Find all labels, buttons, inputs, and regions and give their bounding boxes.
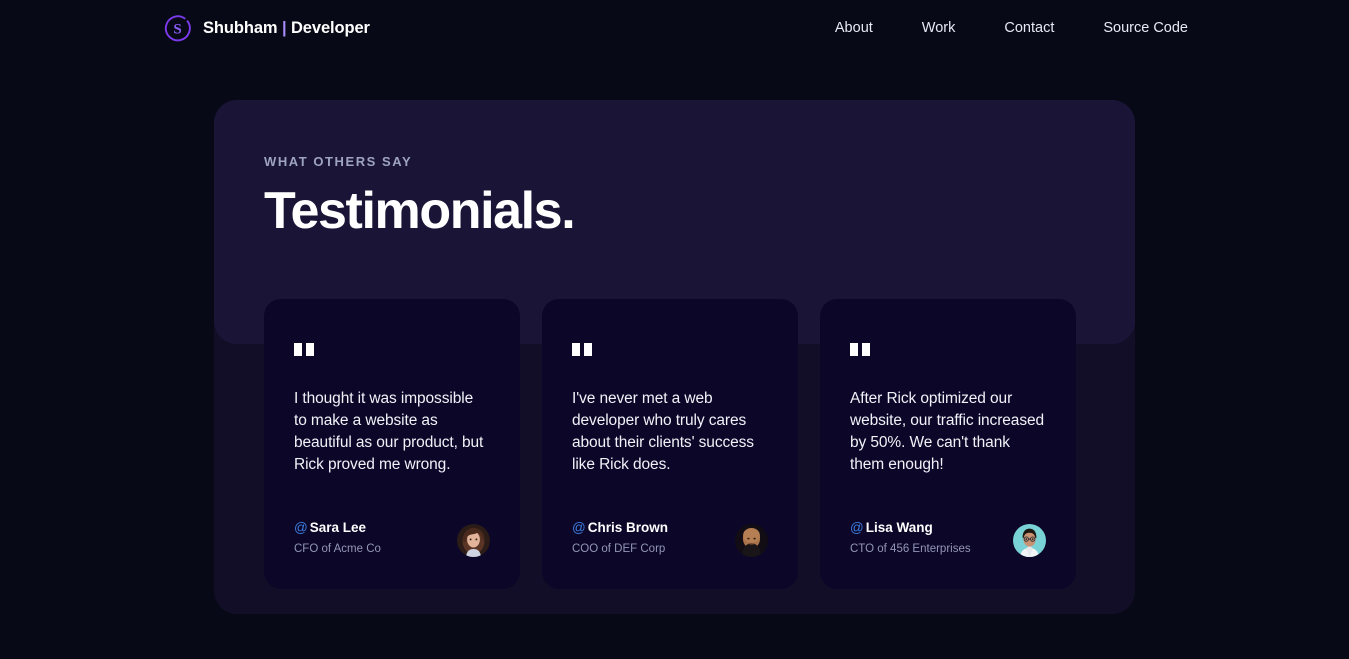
brand-role: Developer [290,18,370,37]
double-quote-icon [572,343,768,356]
testimonial-quote: I thought it was impossible to make a we… [294,390,484,474]
testimonial-author-row: @ Sara Lee CFO of Acme Co [294,520,490,557]
author-name-text: Sara Lee [309,520,367,535]
s-monogram-circle-icon: S [163,14,192,43]
author-meta: @ Sara Lee CFO of Acme Co [294,520,381,557]
site-header: S Shubham | Developer About Work Contact… [0,0,1349,56]
author-name-text: Lisa Wang [865,520,933,535]
section-heading-group: WHAT OTHERS SAY Testimonials. [264,154,576,240]
at-symbol-icon: @ [850,520,864,535]
nav-link-contact[interactable]: Contact [1004,20,1054,36]
testimonial-cards-row: I thought it was impossible to make a we… [264,299,1085,589]
author-meta: @ Chris Brown COO of DEF Corp [572,520,668,557]
avatar-chris-brown [735,524,768,557]
author-name-text: Chris Brown [587,520,668,535]
avatar-sara-lee [457,524,490,557]
brand-separator: | [281,18,287,37]
avatar-lisa-wang [1013,524,1046,557]
brand-logo[interactable]: S Shubham | Developer [163,14,370,43]
testimonial-author-row: @ Chris Brown COO of DEF Corp [572,520,768,557]
nav-link-source-code[interactable]: Source Code [1103,20,1188,36]
author-meta: @ Lisa Wang CTO of 456 Enterprises [850,520,971,557]
testimonials-section: WHAT OTHERS SAY Testimonials. I thought … [214,100,1135,614]
author-name: @ Chris Brown [572,520,668,535]
testimonial-quote: After Rick optimized our website, our tr… [850,390,1045,474]
author-name: @ Sara Lee [294,520,381,535]
nav-link-about[interactable]: About [835,20,873,36]
double-quote-icon [850,343,1046,356]
at-symbol-icon: @ [572,520,586,535]
author-name: @ Lisa Wang [850,520,971,535]
author-role: CTO of 456 Enterprises [850,543,971,555]
double-quote-icon [294,343,490,356]
section-eyebrow: WHAT OTHERS SAY [264,154,413,169]
at-symbol-icon: @ [294,520,308,535]
testimonial-author-row: @ Lisa Wang CTO of 456 Enterprises [850,520,1046,557]
page-title: Testimonials. [264,182,576,240]
brand-title: Shubham | Developer [203,19,370,38]
svg-text:S: S [173,21,181,37]
testimonial-card[interactable]: I've never met a web developer who truly… [542,299,798,589]
author-role: COO of DEF Corp [572,543,666,555]
brand-name: Shubham [203,18,278,37]
testimonial-quote: I've never met a web developer who truly… [572,390,754,474]
author-role: CFO of Acme Co [294,543,381,555]
nav-link-work[interactable]: Work [922,20,956,36]
main-navigation: About Work Contact Source Code [835,20,1188,36]
testimonial-card[interactable]: I thought it was impossible to make a we… [264,299,520,589]
testimonial-card[interactable]: After Rick optimized our website, our tr… [820,299,1076,589]
